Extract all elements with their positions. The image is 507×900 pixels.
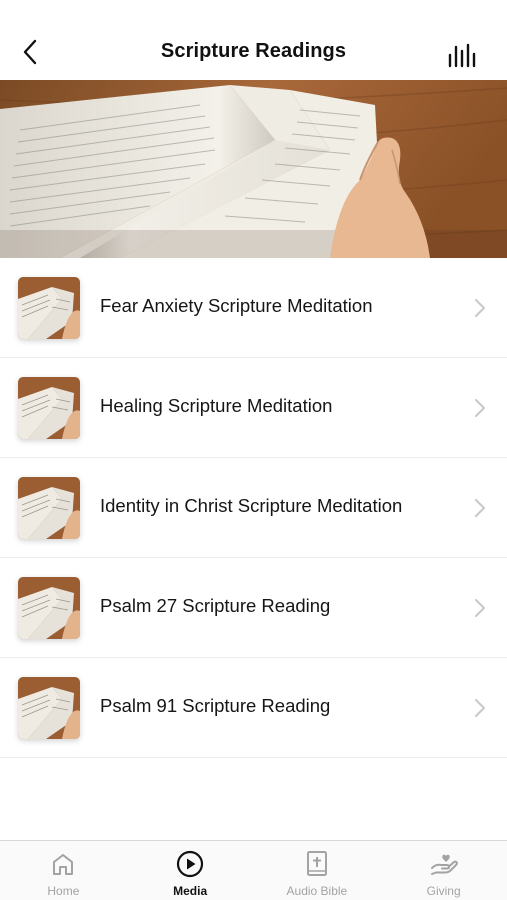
tab-audio-bible[interactable]: Audio Bible bbox=[254, 841, 381, 900]
giving-hand-icon bbox=[430, 854, 458, 875]
open-bible-thumbnail bbox=[18, 277, 80, 339]
list-item[interactable]: Psalm 91 Scripture Reading bbox=[0, 658, 507, 758]
tab-giving[interactable]: Giving bbox=[380, 841, 507, 900]
item-thumbnail bbox=[18, 377, 80, 439]
chevron-left-icon bbox=[23, 39, 37, 65]
open-bible-photo bbox=[0, 80, 507, 258]
home-icon bbox=[53, 854, 74, 875]
back-button[interactable] bbox=[22, 36, 54, 68]
item-thumbnail bbox=[18, 277, 80, 339]
list-item[interactable]: Psalm 27 Scripture Reading bbox=[0, 558, 507, 658]
tab-label: Media bbox=[173, 884, 208, 898]
item-title: Fear Anxiety Scripture Meditation bbox=[100, 295, 373, 316]
item-title: Healing Scripture Meditation bbox=[100, 395, 333, 416]
item-thumbnail bbox=[18, 677, 80, 739]
open-bible-thumbnail bbox=[18, 477, 80, 539]
list-item[interactable]: Healing Scripture Meditation bbox=[0, 358, 507, 458]
tab-label: Home bbox=[47, 884, 80, 898]
chevron-right-icon bbox=[475, 599, 485, 617]
bible-icon bbox=[306, 851, 327, 876]
chevron-right-icon bbox=[475, 399, 485, 417]
tab-label: Giving bbox=[426, 884, 461, 898]
audio-bars-icon bbox=[448, 43, 476, 68]
item-thumbnail bbox=[18, 477, 80, 539]
tab-bar: Home Media Audio Bible Giving bbox=[0, 840, 507, 900]
item-title: Identity in Christ Scripture Meditation bbox=[100, 495, 403, 516]
navigation-bar: Scripture Readings bbox=[0, 22, 507, 80]
open-bible-thumbnail bbox=[18, 377, 80, 439]
media-list: Fear Anxiety Scripture Meditation Healin… bbox=[0, 258, 507, 758]
list-item[interactable]: Identity in Christ Scripture Meditation bbox=[0, 458, 507, 558]
tab-label: Audio Bible bbox=[286, 884, 348, 898]
tab-media[interactable]: Media bbox=[127, 841, 254, 900]
item-thumbnail bbox=[18, 577, 80, 639]
chevron-right-icon bbox=[475, 699, 485, 717]
open-bible-thumbnail bbox=[18, 677, 80, 739]
hero-image bbox=[0, 80, 507, 258]
chevron-right-icon bbox=[475, 499, 485, 517]
item-title: Psalm 27 Scripture Reading bbox=[100, 595, 331, 616]
status-bar bbox=[0, 0, 507, 22]
audio-player-button[interactable] bbox=[445, 38, 479, 68]
list-item[interactable]: Fear Anxiety Scripture Meditation bbox=[0, 258, 507, 358]
open-bible-thumbnail bbox=[18, 577, 80, 639]
tab-home[interactable]: Home bbox=[0, 841, 127, 900]
item-title: Psalm 91 Scripture Reading bbox=[100, 695, 331, 716]
chevron-right-icon bbox=[475, 299, 485, 317]
page-title: Scripture Readings bbox=[160, 39, 347, 62]
play-circle-icon bbox=[177, 850, 204, 878]
